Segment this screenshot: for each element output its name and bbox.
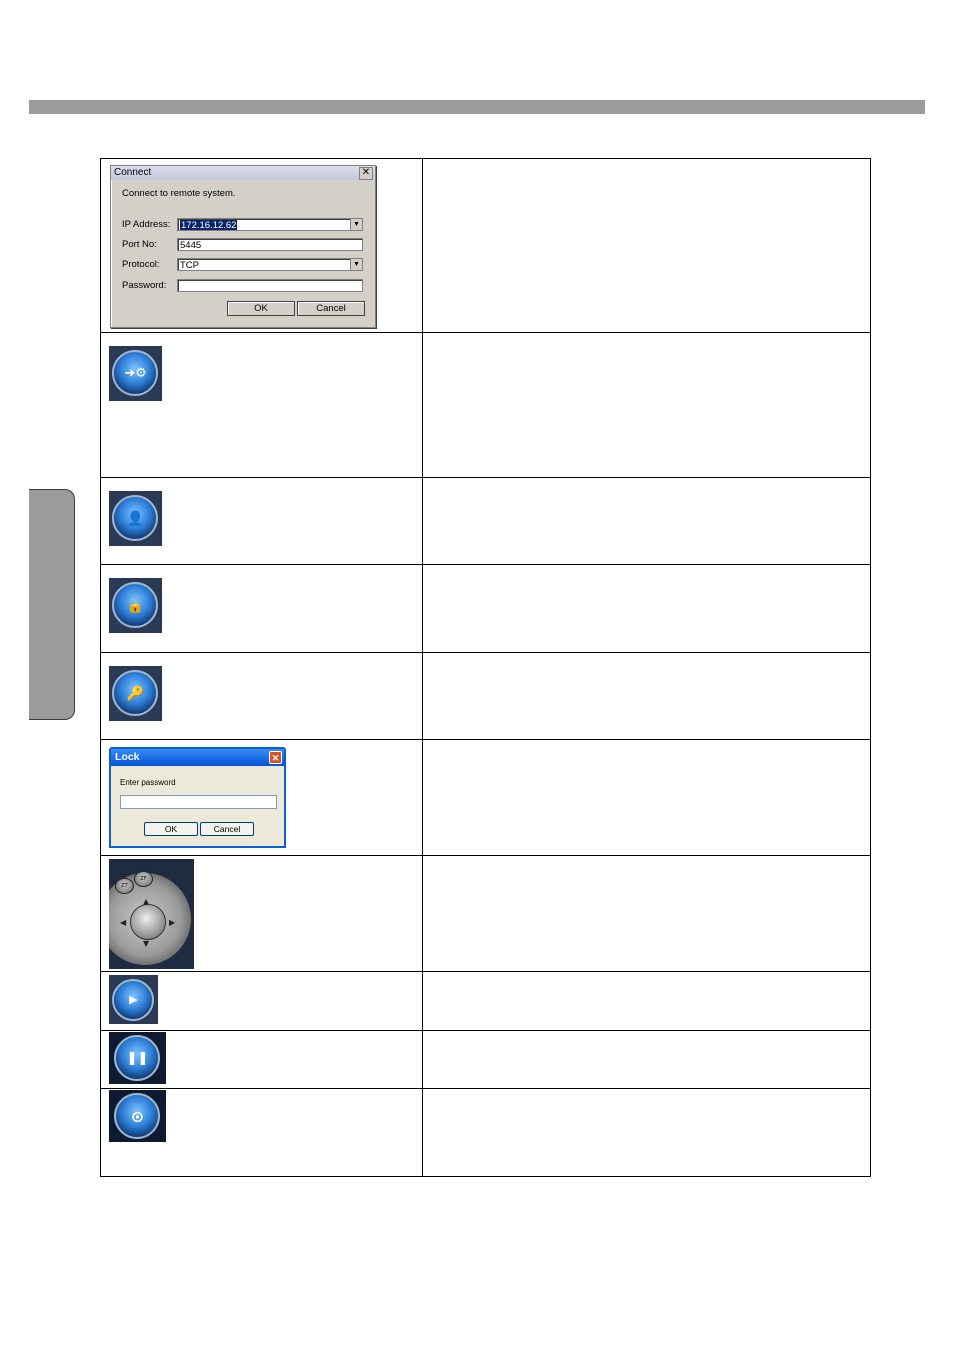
connect-prompt: Connect to remote system.	[122, 188, 236, 199]
arrow-left-icon[interactable]: ◀	[120, 918, 126, 927]
port-input[interactable]: 5445	[177, 238, 363, 251]
ok-button[interactable]: OK	[144, 822, 198, 836]
connect-dialog: Connect ✕ Connect to remote system. IP A…	[110, 165, 376, 328]
zoom-out-button[interactable]: ZT	[115, 878, 134, 894]
key-icon-glyph: 🔑	[126, 685, 145, 702]
user-login-icon-glyph: 👤	[126, 510, 145, 527]
lock-dialog-title: Lock	[115, 751, 140, 763]
protocol-label: Protocol:	[122, 259, 160, 270]
port-label: Port No:	[122, 239, 157, 250]
feature-table: Connect ✕ Connect to remote system. IP A…	[100, 158, 871, 1177]
lock-prompt: Enter password	[120, 778, 176, 787]
table-cell-image: ❚❚	[100, 1030, 423, 1089]
table-row: Lock ✕ Enter password OK Cancel	[100, 739, 871, 856]
arrow-down-icon[interactable]: ▼	[143, 939, 149, 948]
ok-button[interactable]: OK	[227, 301, 295, 316]
capture-icon: ⊙	[109, 1090, 166, 1142]
cancel-button[interactable]: Cancel	[200, 822, 254, 836]
table-cell-description	[422, 971, 871, 1031]
chevron-down-icon[interactable]: ▼	[350, 259, 362, 270]
table-cell-image: 👤	[100, 477, 423, 565]
user-login-icon: 👤	[109, 491, 162, 546]
table-cell-description	[422, 332, 871, 478]
table-cell-description	[422, 652, 871, 740]
table-cell-description	[422, 158, 871, 333]
lock-icon-glyph: 🔓	[126, 597, 145, 614]
ptz-center-button[interactable]	[130, 904, 166, 940]
table-cell-description	[422, 564, 871, 653]
lock-icon: 🔓	[109, 578, 162, 633]
table-row: ❚❚	[100, 1030, 871, 1089]
table-cell-image: ⊙	[100, 1088, 423, 1177]
table-row: ➜⚙	[100, 332, 871, 478]
protocol-value: TCP	[180, 260, 199, 271]
cancel-button[interactable]: Cancel	[297, 301, 365, 316]
key-icon: 🔑	[109, 666, 162, 721]
zoom-in-button[interactable]: ZF	[134, 871, 153, 887]
table-cell-description	[422, 739, 871, 856]
pause-icon-glyph: ❚❚	[126, 1050, 149, 1066]
password-input[interactable]	[177, 279, 363, 292]
lock-dialog: Lock ✕ Enter password OK Cancel	[109, 747, 286, 848]
ip-address-label: IP Address:	[122, 219, 171, 230]
chapter-side-tab	[29, 489, 75, 720]
close-icon[interactable]: ✕	[269, 751, 282, 764]
table-cell-image: 🔑	[100, 652, 423, 740]
play-icon: ▶	[109, 975, 158, 1024]
table-cell-description	[422, 1030, 871, 1089]
arrow-right-icon[interactable]: ▶	[169, 918, 175, 927]
ip-address-combo[interactable]: 172.16.12.62 ▼	[177, 218, 363, 231]
table-row: ▲ ▼ ◀ ▶ ZT ZF	[100, 855, 871, 972]
connect-dialog-titlebar: Connect ✕	[111, 166, 375, 180]
table-row: 🔓	[100, 564, 871, 653]
table-row: ⊙	[100, 1088, 871, 1177]
ptz-control: ▲ ▼ ◀ ▶ ZT ZF	[109, 859, 194, 969]
table-cell-description	[422, 477, 871, 565]
close-icon[interactable]: ✕	[359, 167, 373, 180]
table-cell-image: ➜⚙	[100, 332, 423, 478]
header-bar	[29, 100, 925, 114]
connect-icon-glyph: ➜⚙	[124, 366, 147, 381]
table-cell-description	[422, 1088, 871, 1177]
play-icon-glyph: ▶	[129, 993, 138, 1006]
protocol-select[interactable]: TCP ▼	[177, 258, 363, 271]
table-cell-image: Lock ✕ Enter password OK Cancel	[100, 739, 423, 856]
table-cell-image: ▶	[100, 971, 423, 1031]
chevron-down-icon[interactable]: ▼	[350, 219, 362, 230]
table-row: 👤	[100, 477, 871, 565]
lock-dialog-titlebar: Lock ✕	[111, 749, 284, 766]
table-row: ▶	[100, 971, 871, 1031]
table-cell-description	[422, 855, 871, 972]
ip-address-value: 172.16.12.62	[180, 220, 238, 231]
table-cell-image: 🔓	[100, 564, 423, 653]
pause-icon: ❚❚	[109, 1032, 166, 1084]
password-label: Password:	[122, 280, 167, 291]
connect-dialog-title: Connect	[114, 167, 152, 178]
table-cell-image: Connect ✕ Connect to remote system. IP A…	[100, 158, 423, 333]
table-cell-image: ▲ ▼ ◀ ▶ ZT ZF	[100, 855, 423, 972]
table-row: 🔑	[100, 652, 871, 740]
lock-password-input[interactable]	[120, 795, 277, 809]
capture-icon-glyph: ⊙	[130, 1106, 145, 1126]
table-row: Connect ✕ Connect to remote system. IP A…	[100, 158, 871, 333]
connect-icon: ➜⚙	[109, 346, 162, 401]
